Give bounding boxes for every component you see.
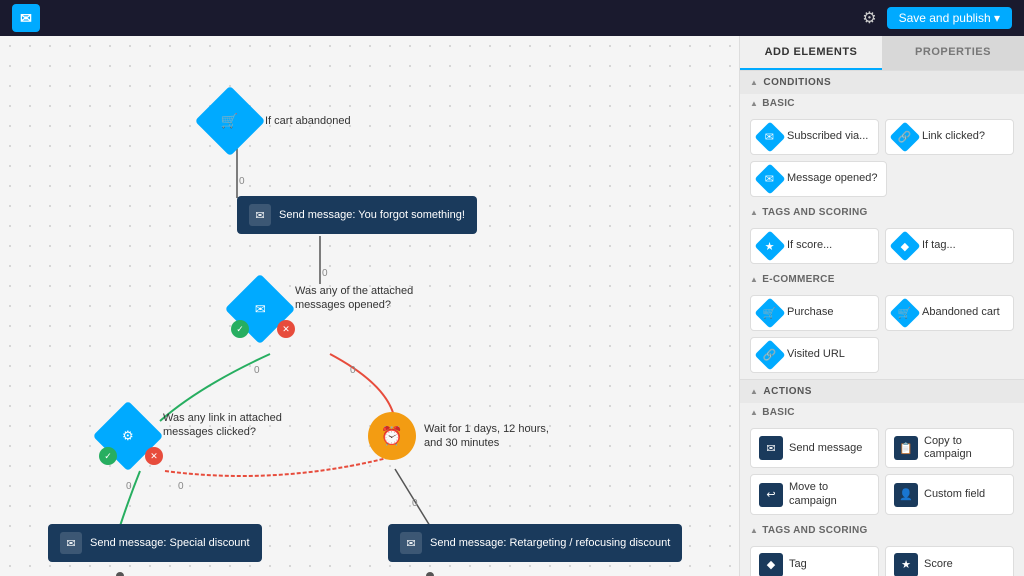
move-campaign-icon: ↩: [759, 483, 783, 507]
abandoned-cart-icon: 🛒: [889, 297, 920, 328]
svg-text:0: 0: [322, 268, 328, 279]
topbar: ✉ ⚙ Save and publish ▾: [0, 0, 1024, 36]
panel-item-send-message[interactable]: ✉ Send message: [750, 428, 879, 468]
panel-tabs: ADD ELEMENTS PROPERTIES: [740, 36, 1024, 70]
conditions-section-header[interactable]: ▲ CONDITIONS: [740, 70, 1024, 94]
no-badge2: ✕: [145, 447, 163, 465]
main-area: 0 0 0 0 0 0 0 0 0: [0, 36, 1024, 576]
purchase-icon: 🛒: [754, 297, 785, 328]
send-message-2-node[interactable]: ✉ Send message: Special discount: [48, 524, 262, 562]
wait-node[interactable]: ⏰ Wait for 1 days, 12 hours, and 30 minu…: [368, 412, 554, 460]
svg-text:0: 0: [239, 176, 245, 187]
wait-label: Wait for 1 days, 12 hours, and 30 minute…: [424, 422, 554, 451]
panel-item-copy-campaign[interactable]: 📋 Copy to campaign: [885, 428, 1014, 468]
if-cart-label: If cart abandoned: [265, 115, 351, 127]
panel-item-score[interactable]: ★ Score: [885, 546, 1014, 576]
panel-item-subscribed[interactable]: ✉ Subscribed via...: [750, 119, 879, 155]
basic-actions-header[interactable]: ▲ BASIC: [740, 403, 1024, 422]
basic-actions-grid: ✉ Send message 📋 Copy to campaign ↩ Move…: [740, 422, 1024, 521]
tags-scoring-actions-header[interactable]: ▲ TAGS AND SCORING: [740, 521, 1024, 540]
panel-item-message-opened[interactable]: ✉ Message opened?: [750, 161, 887, 197]
panel-item-custom-field[interactable]: 👤 Custom field: [885, 474, 1014, 514]
subscribed-icon: ✉: [754, 121, 785, 152]
tags-scoring-conditions-header[interactable]: ▲ TAGS AND SCORING: [740, 203, 1024, 222]
panel-item-move-campaign[interactable]: ↩ Move to campaign: [750, 474, 879, 514]
actions-arrow: ▲: [750, 387, 758, 396]
was-opened-label: Was any of the attached messages opened?: [295, 284, 425, 313]
svg-text:0: 0: [412, 498, 418, 509]
if-cart-node[interactable]: 🛒 If cart abandoned: [205, 96, 351, 146]
panel-item-link-clicked[interactable]: 🔗 Link clicked?: [885, 119, 1014, 155]
send-message-2-label: Send message: Special discount: [90, 537, 250, 549]
ecommerce-grid: 🛒 Purchase 🛒 Abandoned cart 🔗 Visited UR…: [740, 289, 1024, 379]
was-opened-node[interactable]: ✉ ✓ ✕ Was any of the attached messages o…: [235, 284, 425, 334]
right-panel: ADD ELEMENTS PROPERTIES ▲ CONDITIONS ▲ B…: [739, 36, 1024, 576]
if-tag-icon: ◆: [889, 230, 920, 261]
copy-campaign-icon: 📋: [894, 436, 918, 460]
yes-badge2: ✓: [99, 447, 117, 465]
ecommerce-header[interactable]: ▲ E-COMMERCE: [740, 270, 1024, 289]
tags-scoring-conditions-grid: ★ If score... ◆ If tag...: [740, 222, 1024, 270]
was-clicked-node[interactable]: ⚙ ✓ ✕ Was any link in attached messages …: [103, 411, 283, 461]
send-message-3-label: Send message: Retargeting / refocusing d…: [430, 537, 670, 549]
was-clicked-label: Was any link in attached messages clicke…: [163, 411, 283, 440]
panel-item-purchase[interactable]: 🛒 Purchase: [750, 295, 879, 331]
panel-item-abandoned-cart[interactable]: 🛒 Abandoned cart: [885, 295, 1014, 331]
send-message-1-node[interactable]: ✉ Send message: You forgot something!: [237, 196, 477, 234]
score-icon: ★: [894, 553, 918, 576]
panel-item-tag[interactable]: ◆ Tag: [750, 546, 879, 576]
no-badge: ✕: [277, 320, 295, 338]
app-logo: ✉: [12, 4, 40, 32]
tab-add-elements[interactable]: ADD ELEMENTS: [740, 36, 882, 70]
send-message-icon: ✉: [759, 436, 783, 460]
panel-item-if-score[interactable]: ★ If score...: [750, 228, 879, 264]
custom-field-icon: 👤: [894, 483, 918, 507]
tag-icon: ◆: [759, 553, 783, 576]
panel-item-if-tag[interactable]: ◆ If tag...: [885, 228, 1014, 264]
message-opened-icon: ✉: [754, 163, 785, 194]
basic-conditions-grid: ✉ Subscribed via... 🔗 Link clicked? ✉ Me…: [740, 113, 1024, 203]
if-score-icon: ★: [754, 230, 785, 261]
svg-text:0: 0: [126, 481, 132, 492]
actions-label: ACTIONS: [763, 386, 812, 397]
conditions-arrow: ▲: [750, 78, 758, 87]
conditions-label: CONDITIONS: [763, 77, 831, 88]
tab-properties[interactable]: PROPERTIES: [882, 36, 1024, 70]
send-message-3-node[interactable]: ✉ Send message: Retargeting / refocusing…: [388, 524, 682, 562]
visited-url-icon: 🔗: [754, 339, 785, 370]
workflow-canvas[interactable]: 0 0 0 0 0 0 0 0 0: [0, 36, 739, 576]
panel-item-visited-url[interactable]: 🔗 Visited URL: [750, 337, 879, 373]
yes-badge: ✓: [231, 320, 249, 338]
actions-section-header[interactable]: ▲ ACTIONS: [740, 379, 1024, 403]
svg-text:0: 0: [350, 365, 356, 376]
save-publish-button[interactable]: Save and publish ▾: [887, 7, 1012, 29]
send-message-1-label: Send message: You forgot something!: [279, 209, 465, 221]
svg-text:0: 0: [178, 481, 184, 492]
basic-conditions-header[interactable]: ▲ BASIC: [740, 94, 1024, 113]
link-clicked-icon: 🔗: [889, 121, 920, 152]
svg-text:0: 0: [254, 365, 260, 376]
settings-button[interactable]: ⚙: [862, 8, 876, 28]
tags-scoring-actions-grid: ◆ Tag ★ Score: [740, 540, 1024, 576]
